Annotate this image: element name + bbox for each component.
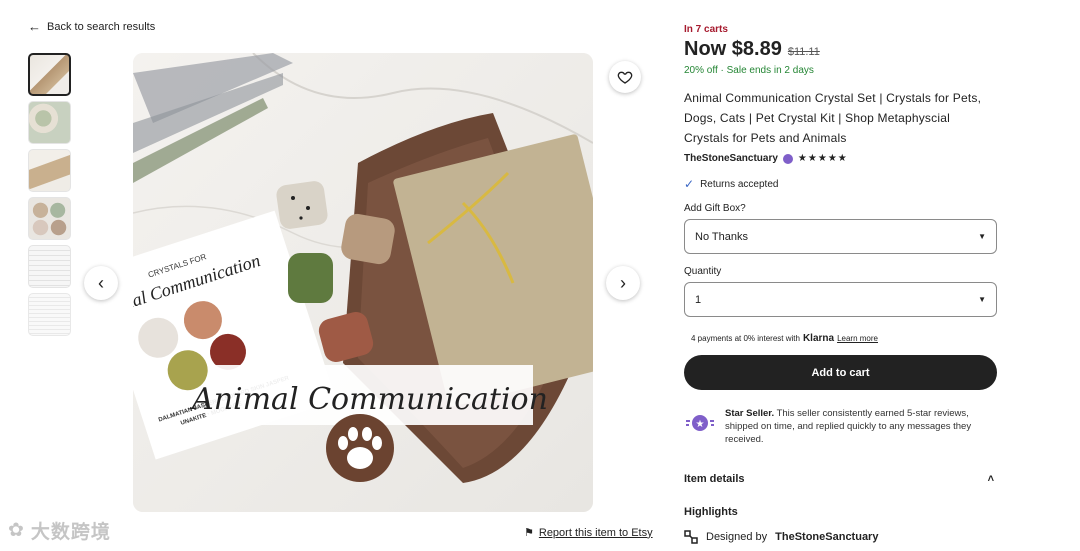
returns-label: Returns accepted — [700, 178, 779, 190]
add-to-cart-button[interactable]: Add to cart — [684, 355, 997, 390]
shop-row: TheStoneSanctuary ★★★★★ — [684, 153, 998, 164]
previous-image-button[interactable]: ‹ — [84, 266, 118, 300]
caption-text: Animal Communication — [189, 382, 548, 417]
item-details-toggle[interactable]: Item details ˄ — [684, 473, 994, 485]
star-seller-info: ★ Star Seller. This seller consistently … — [684, 407, 998, 446]
thumbnail-5[interactable] — [28, 245, 71, 288]
star-seller-title: Star Seller. — [725, 408, 775, 419]
dropdown-caret-icon: ▼ — [978, 295, 986, 304]
next-image-button[interactable]: › — [606, 266, 640, 300]
report-item-link[interactable]: ⚑ Report this item to Etsy — [524, 526, 653, 540]
shop-name-link[interactable]: TheStoneSanctuary — [684, 153, 778, 164]
thumbnail-4[interactable] — [28, 197, 71, 240]
thumbnail-1[interactable] — [28, 53, 71, 96]
checkmark-icon: ✓ — [684, 177, 695, 191]
heart-icon — [617, 71, 633, 84]
dropdown-caret-icon: ▼ — [978, 232, 986, 241]
current-price: Now $8.89 — [684, 38, 782, 60]
thumbnail-strip — [28, 53, 72, 341]
thumbnail-6[interactable] — [28, 293, 71, 336]
chevron-right-icon: › — [620, 272, 626, 293]
flag-icon: ⚑ — [524, 527, 534, 539]
returns-info: ✓ Returns accepted — [684, 177, 998, 191]
thumbnail-3[interactable] — [28, 149, 71, 192]
buy-box: In 7 carts Now $8.89 $11.11 20% off · Sa… — [684, 24, 998, 544]
design-tool-icon — [684, 530, 698, 544]
svg-text:★: ★ — [696, 419, 705, 430]
item-details-label: Item details — [684, 473, 745, 485]
watermark: ✿ 大数跨境 — [8, 517, 111, 544]
quantity-select[interactable]: 1 ▼ — [684, 282, 997, 317]
back-to-search-link[interactable]: ← Back to search results — [28, 20, 155, 33]
rating-stars[interactable]: ★★★★★ — [798, 153, 848, 164]
gift-box-value: No Thanks — [695, 230, 748, 243]
quantity-value: 1 — [695, 293, 702, 306]
thumbnail-2[interactable] — [28, 101, 71, 144]
gift-box-select[interactable]: No Thanks ▼ — [684, 219, 997, 254]
original-price: $11.11 — [787, 46, 820, 58]
watermark-logo-icon: ✿ — [8, 520, 25, 541]
designed-by-prefix: Designed by — [706, 531, 768, 543]
main-product-image: CRYSTALS FOR nal Communication DALMATIAN… — [133, 53, 593, 512]
sale-info: 20% off · Sale ends in 2 days — [684, 65, 814, 76]
klarna-info: 4 payments at 0% interest with Klarna Le… — [691, 333, 998, 344]
watermark-text: 大数跨境 — [30, 522, 111, 543]
klarna-learn-more-link[interactable]: Learn more — [837, 334, 878, 343]
chevron-up-icon: ˄ — [987, 473, 994, 485]
star-seller-icon: ★ — [684, 413, 716, 433]
favorite-button[interactable] — [609, 61, 641, 93]
klarna-prefix: 4 payments at 0% interest with — [691, 334, 800, 343]
report-label: Report this item to Etsy — [538, 526, 653, 539]
designed-by-row: Designed by TheStoneSanctuary — [684, 530, 998, 544]
arrow-left-icon: ← — [28, 19, 41, 34]
klarna-logo: Klarna — [802, 333, 835, 344]
designed-by-shop-link[interactable]: TheStoneSanctuary — [775, 531, 878, 543]
listing-title: Animal Communication Crystal Set | Cryst… — [684, 91, 982, 145]
carts-count: In 7 carts — [684, 24, 728, 35]
highlights-heading: Highlights — [684, 506, 738, 518]
star-seller-badge-icon — [782, 153, 793, 164]
product-photo: CRYSTALS FOR nal Communication DALMATIAN… — [133, 53, 593, 512]
gift-box-label: Add Gift Box? — [684, 203, 746, 214]
back-link-label: Back to search results — [47, 20, 156, 33]
chevron-left-icon: ‹ — [98, 272, 104, 293]
quantity-label: Quantity — [684, 266, 722, 277]
price-row: Now $8.89 $11.11 — [684, 38, 998, 61]
paw-print-icon — [326, 414, 394, 482]
